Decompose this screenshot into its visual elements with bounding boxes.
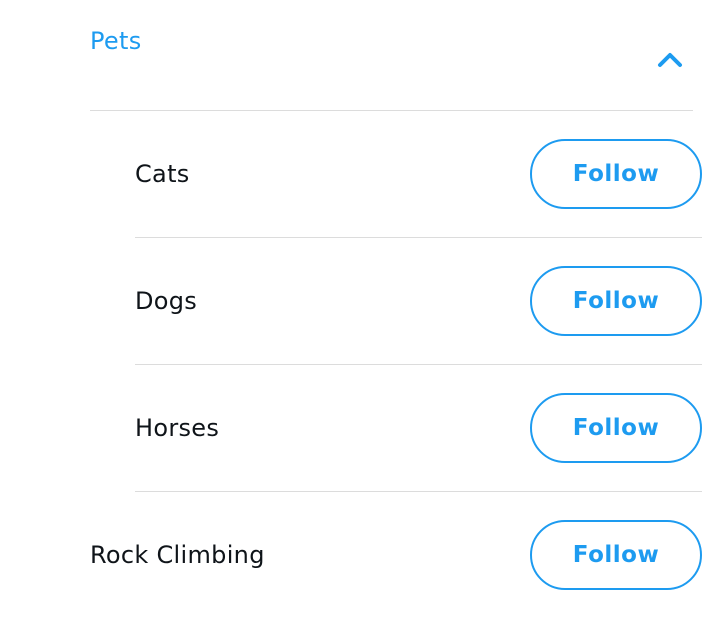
category-header-pets[interactable]: Pets — [90, 0, 693, 111]
follow-button[interactable]: Follow — [530, 266, 702, 336]
topic-label: Horses — [135, 414, 220, 442]
topic-label: Cats — [135, 160, 190, 188]
category-title: Pets — [90, 27, 142, 55]
topic-row-rock-climbing: Rock Climbing Follow — [90, 492, 702, 619]
follow-button[interactable]: Follow — [530, 139, 702, 209]
topic-label: Rock Climbing — [90, 541, 265, 569]
chevron-up-icon[interactable] — [657, 50, 683, 68]
follow-button[interactable]: Follow — [530, 393, 702, 463]
follow-button[interactable]: Follow — [530, 520, 702, 590]
topic-label: Dogs — [135, 287, 198, 315]
topic-row-dogs: Dogs Follow — [135, 238, 702, 365]
topic-row-horses: Horses Follow — [135, 365, 702, 492]
topic-row-cats: Cats Follow — [135, 111, 702, 238]
